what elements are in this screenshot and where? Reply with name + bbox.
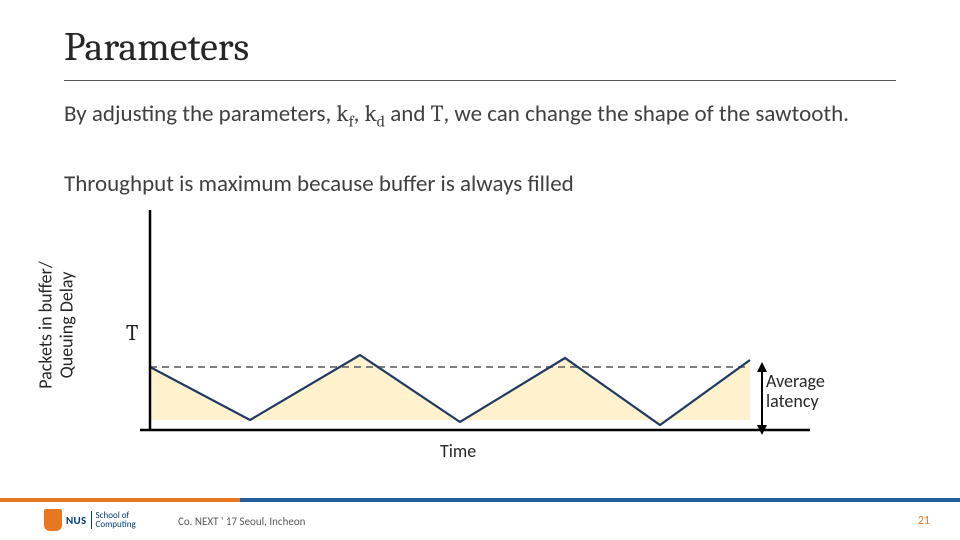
kd-symbol: kd bbox=[365, 100, 385, 127]
ylabel-line2: Queuing Delay bbox=[55, 272, 77, 379]
sawtooth-line bbox=[150, 355, 750, 425]
y-axis-label: Packets in buffer/ Queuing Delay bbox=[35, 261, 76, 389]
nus-logo: NUS School ofComputing bbox=[44, 506, 154, 534]
nus-crest-icon bbox=[44, 509, 62, 531]
body1-pre: By adjusting the parameters, bbox=[64, 100, 337, 128]
ylabel-line1: Packets in buffer/ bbox=[34, 261, 56, 389]
slide-title: Parameters bbox=[64, 24, 249, 70]
page-number: 21 bbox=[918, 514, 930, 528]
T-symbol: T bbox=[431, 100, 444, 127]
annot-line2: latency bbox=[766, 390, 819, 412]
school-name: School ofComputing bbox=[91, 511, 136, 530]
slide: Parameters By adjusting the parameters, … bbox=[0, 0, 960, 540]
annot-line1: Average bbox=[766, 370, 825, 392]
x-axis-label: Time bbox=[440, 440, 476, 462]
nus-wordmark: NUS bbox=[66, 514, 87, 527]
avg-latency-annotation: Average latency bbox=[766, 372, 866, 412]
threshold-label: T bbox=[126, 320, 138, 346]
body-line-2: Throughput is maximum because buffer is … bbox=[64, 170, 896, 199]
sawtooth-plot bbox=[140, 210, 820, 440]
kf-symbol: kf bbox=[337, 100, 354, 127]
title-underline bbox=[64, 80, 896, 81]
footer-accent-bar bbox=[0, 498, 960, 502]
body-line-1: By adjusting the parameters, kf, kd and … bbox=[64, 100, 896, 133]
conference-footer: Co. NEXT ' 17 Seoul, Incheon bbox=[178, 515, 305, 528]
